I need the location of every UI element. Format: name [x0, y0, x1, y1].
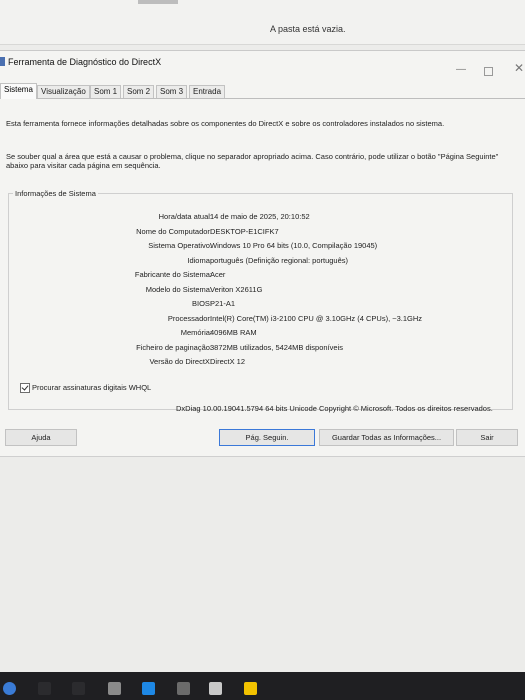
info-value: Acer — [210, 270, 226, 279]
info-row-bios: BIOS: P21-A1 — [9, 298, 509, 310]
info-row-processor: Processador: Intel(R) Core(TM) i3-2100 C… — [9, 313, 509, 325]
maximize-button[interactable] — [484, 67, 493, 76]
close-button[interactable]: ✕ — [514, 62, 524, 74]
tab-sistema[interactable]: Sistema — [0, 83, 37, 99]
info-label: Sistema Operativo: — [148, 241, 212, 250]
info-value: 4096MB RAM — [210, 328, 257, 337]
dxdiag-window: Ferramenta de Diagnóstico do DirectX — ✕… — [0, 50, 525, 457]
folder-icon[interactable] — [244, 682, 257, 695]
exit-button[interactable]: Sair — [456, 429, 518, 446]
info-value: Veriton X2611G — [210, 284, 263, 294]
info-value: DESKTOP-E1CIFK7 — [210, 226, 279, 236]
app-icon[interactable] — [108, 682, 121, 695]
info-label: BIOS: — [191, 299, 212, 308]
save-all-info-button[interactable]: Guardar Todas as Informações... — [319, 429, 454, 446]
tab-strip: Sistema Visualização Som 1 Som 2 Som 3 E… — [0, 83, 525, 99]
info-value: 14 de maio de 2025, 20:10:52 — [210, 212, 310, 221]
tab-som-2[interactable]: Som 2 — [123, 85, 155, 98]
info-label: Ficheiro de paginação: — [136, 342, 212, 352]
info-value: Intel(R) Core(TM) i3-2100 CPU @ 3.10GHz … — [210, 313, 423, 323]
info-label: Fabricante do Sistema: — [134, 270, 212, 279]
info-value: português (Definição regional: português… — [210, 255, 348, 265]
tab-som-1[interactable]: Som 1 — [90, 85, 122, 98]
whql-checkbox[interactable] — [20, 383, 30, 393]
window-title: Ferramenta de Diagnóstico do DirectX — [8, 57, 162, 67]
tab-visualizacao[interactable]: Visualização — [37, 85, 90, 98]
info-label: Processador: — [167, 313, 212, 323]
empty-folder-message: A pasta está vazia. — [270, 24, 346, 34]
system-info-title: Informações de Sistema — [13, 189, 98, 198]
info-label: Versão do DirectX: — [149, 357, 212, 366]
tab-som-3[interactable]: Som 3 — [156, 85, 188, 98]
info-row-manufacturer: Fabricante do Sistema: Acer — [9, 269, 509, 281]
info-label: Hora/data atual: — [158, 212, 212, 221]
info-row-directx-version: Versão do DirectX: DirectX 12 — [9, 356, 509, 368]
help-description: Se souber qual a área que está a causar … — [6, 152, 499, 170]
info-value: 3872MB utilizados, 5424MB disponíveis — [210, 342, 343, 352]
info-value: Windows 10 Pro 64 bits (10.0, Compilação… — [210, 241, 378, 250]
info-row-os: Sistema Operativo: Windows 10 Pro 64 bit… — [9, 240, 509, 252]
info-row-page-file: Ficheiro de paginação: 3872MB utilizados… — [9, 342, 509, 354]
info-row-model: Modelo do Sistema: Veriton X2611G — [9, 284, 509, 296]
info-label: Memória: — [180, 328, 212, 337]
next-page-button[interactable]: Pág. Seguin. — [219, 429, 315, 446]
dxdiag-taskbar-icon[interactable] — [209, 682, 222, 695]
help-button[interactable]: Ajuda — [5, 429, 77, 446]
info-label: Modelo do Sistema: — [145, 284, 212, 294]
edge-icon[interactable] — [142, 682, 155, 695]
info-row-datetime: Hora/data atual: 14 de maio de 2025, 20:… — [9, 211, 509, 223]
file-explorer-background — [0, 0, 525, 45]
info-row-computer-name: Nome do Computador: DESKTOP-E1CIFK7 — [9, 226, 509, 238]
tab-entrada[interactable]: Entrada — [189, 85, 226, 98]
info-row-memory: Memória: 4096MB RAM — [9, 327, 509, 339]
info-row-language: Idioma: português (Definição regional: p… — [9, 255, 509, 267]
whql-label[interactable]: Procurar assinaturas digitais WHQL — [32, 382, 151, 394]
start-icon[interactable] — [3, 682, 16, 695]
title-bar[interactable]: Ferramenta de Diagnóstico do DirectX — ✕ — [0, 51, 525, 76]
info-label: Nome do Computador: — [136, 226, 212, 236]
info-label: Idioma: — [187, 255, 212, 265]
taskbar — [0, 672, 525, 700]
intro-description: Esta ferramenta fornece informações deta… — [6, 119, 445, 128]
system-info-group: Informações de Sistema Hora/data atual: … — [8, 189, 513, 410]
app-icon[interactable] — [72, 682, 85, 695]
info-value: DirectX 12 — [210, 357, 246, 366]
taskview-icon[interactable] — [38, 682, 51, 695]
directx-app-icon — [0, 57, 5, 66]
dxdiag-copyright: DxDiag 10.00.19041.5794 64 bits Unicode … — [176, 404, 493, 413]
info-value: P21-A1 — [210, 299, 236, 308]
explorer-top-strip — [138, 0, 178, 4]
minimize-button[interactable]: — — [456, 65, 466, 75]
app-icon[interactable] — [177, 682, 190, 695]
